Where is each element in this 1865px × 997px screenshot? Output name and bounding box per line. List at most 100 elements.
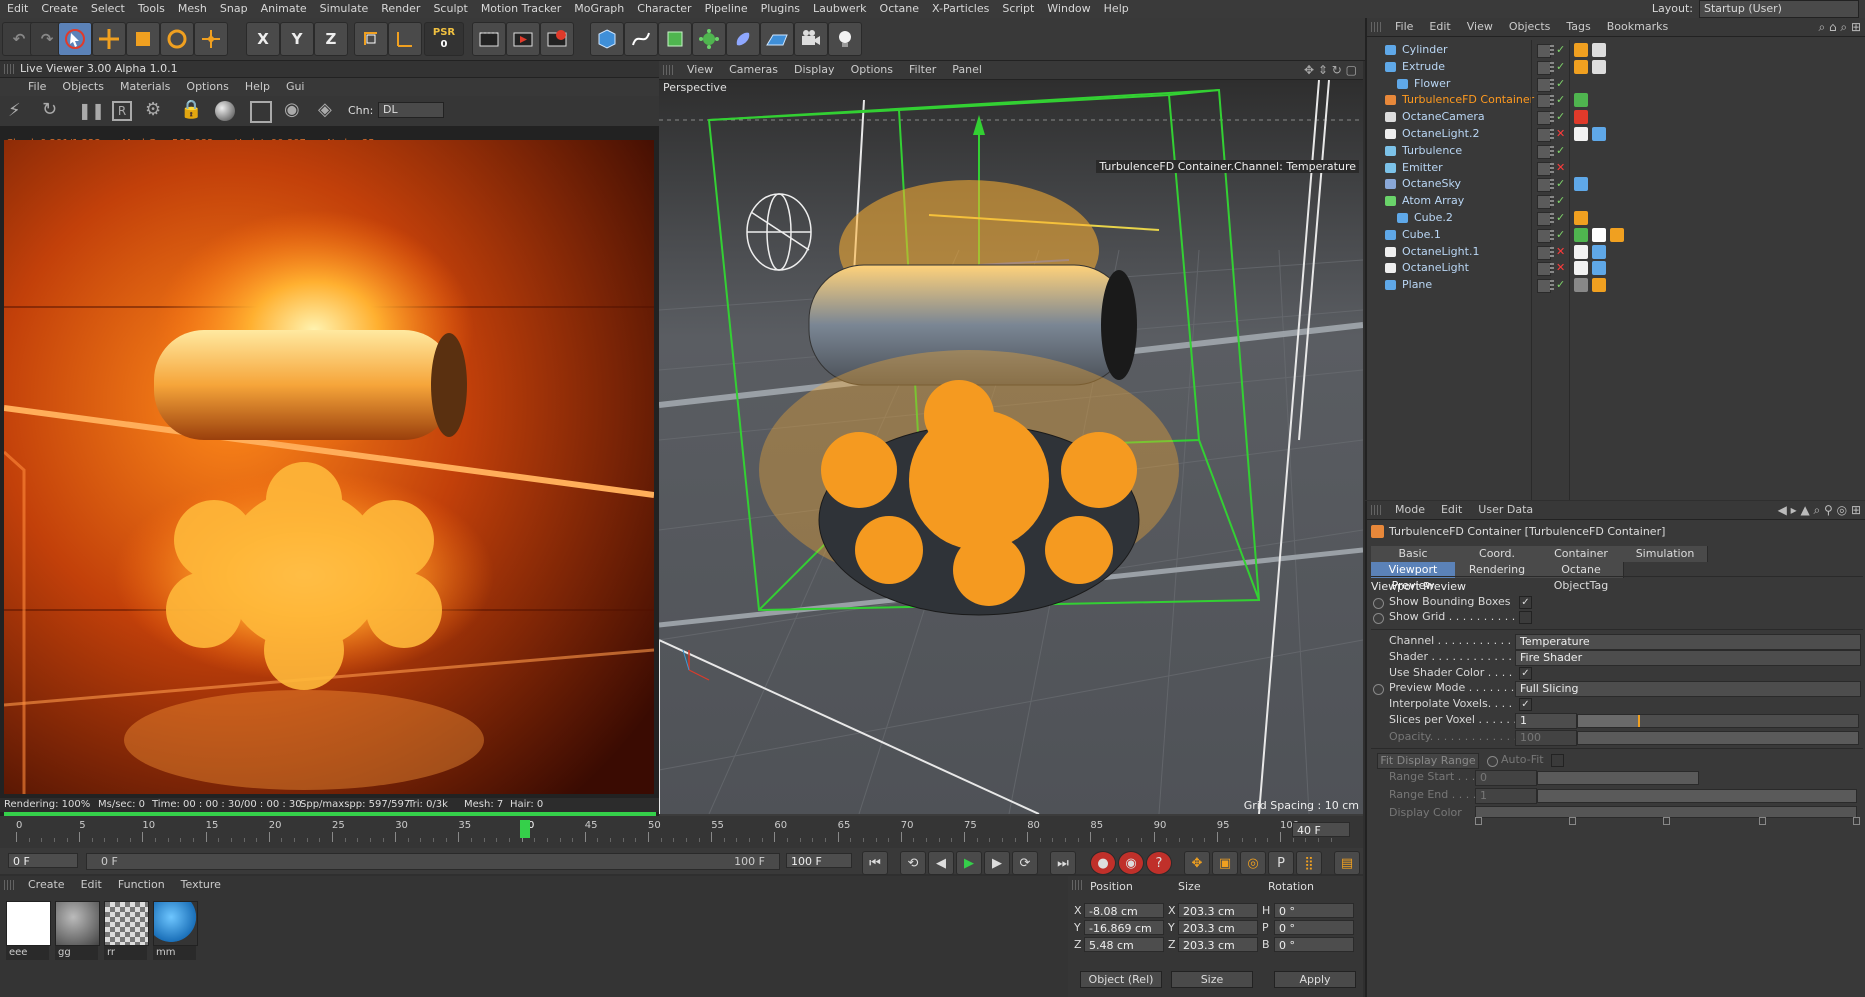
menu-character[interactable]: Character [630, 0, 697, 17]
range-start-input[interactable]: 0 [1475, 770, 1537, 786]
lv-menu-gui[interactable]: Gui [278, 78, 313, 96]
render-settings-icon[interactable] [540, 22, 574, 56]
clay-mode-icon[interactable] [250, 101, 272, 123]
object-tag-icon[interactable] [1574, 244, 1588, 259]
menu-script[interactable]: Script [995, 0, 1040, 17]
menu-sculpt[interactable]: Sculpt [426, 0, 473, 17]
preview-mode-anim-icon[interactable] [1373, 684, 1384, 695]
rotation-key-icon[interactable]: ◎ [1240, 851, 1266, 875]
tab-coord[interactable]: Coord. [1455, 546, 1540, 562]
editor-render-dots-icon[interactable] [1550, 229, 1554, 240]
range-end-slider[interactable] [1537, 789, 1857, 803]
show-bounding-boxes-anim-icon[interactable] [1373, 598, 1384, 609]
rotation-p-field[interactable]: 0 ° [1274, 920, 1354, 935]
rotate-tool-icon[interactable] [160, 22, 194, 56]
editor-render-dots-icon[interactable] [1550, 145, 1554, 156]
object-tag-icon[interactable] [1574, 211, 1588, 225]
coordinate-system-icon[interactable] [354, 22, 388, 56]
menu-plugins[interactable]: Plugins [754, 0, 806, 17]
channel-select[interactable]: Temperature [1515, 634, 1861, 650]
shader-select[interactable]: Fire Shader [1515, 650, 1861, 666]
settings-gear-icon[interactable]: ⚙ [145, 99, 161, 120]
play-icon[interactable]: ▶ [956, 851, 982, 875]
viewport-menu-filter[interactable]: Filter [901, 61, 944, 79]
max-frame-field[interactable]: 100 F [786, 853, 852, 868]
x-axis-lock-button[interactable]: X [246, 22, 280, 56]
editor-render-dots-icon[interactable] [1550, 196, 1554, 207]
viewport-canvas[interactable] [659, 80, 1363, 814]
position-z-field[interactable]: 5.48 cm [1084, 937, 1164, 952]
material-ball-icon[interactable] [215, 101, 235, 121]
slices-slider[interactable] [1577, 714, 1859, 728]
object-tag-icon[interactable] [1592, 59, 1606, 74]
preview-mode-select[interactable]: Full Slicing [1515, 681, 1861, 697]
layout-dropdown[interactable]: Startup (User) [1699, 0, 1859, 18]
z-axis-lock-button[interactable]: Z [314, 22, 348, 56]
lv-menu-file[interactable]: File [20, 78, 54, 96]
menu-mesh[interactable]: Mesh [171, 0, 213, 17]
editor-render-dots-icon[interactable] [1550, 162, 1554, 173]
object-tag-icon[interactable] [1592, 261, 1606, 276]
editor-render-dots-icon[interactable] [1550, 263, 1554, 274]
interpolate-voxels-checkbox[interactable]: ✓ [1519, 698, 1532, 711]
viewport-menu-view[interactable]: View [679, 61, 721, 79]
next-frame-icon[interactable]: ▶ [984, 851, 1010, 875]
size-mode-dropdown[interactable]: Size [1171, 971, 1253, 988]
visibility-toggle-icon[interactable] [1537, 279, 1551, 294]
lv-menu-help[interactable]: Help [237, 78, 278, 96]
array-generator-icon[interactable] [692, 22, 726, 56]
editor-render-dots-icon[interactable] [1550, 112, 1554, 123]
object-tag-icon[interactable] [1592, 244, 1606, 259]
editor-render-dots-icon[interactable] [1550, 213, 1554, 223]
object-tag-icon[interactable] [1592, 227, 1606, 242]
record-icon[interactable]: ● [1090, 851, 1116, 875]
parameter-key-icon[interactable]: P [1268, 851, 1294, 875]
viewport-camera-label[interactable]: Perspective [663, 81, 727, 94]
object-tag-icon[interactable] [1574, 43, 1588, 57]
live-selection-icon[interactable] [58, 22, 92, 56]
axis-tool-icon[interactable] [388, 22, 422, 56]
render-picture-viewer-icon[interactable] [506, 22, 540, 56]
object-manager-nav-icons[interactable]: ⌕ ⌂ ⌕ ⊞ [1818, 20, 1861, 35]
camera-icon[interactable] [794, 22, 828, 56]
channel-dropdown[interactable]: DL [378, 102, 444, 118]
move-tool-icon[interactable] [92, 22, 126, 56]
timeline-window-icon[interactable]: ▤ [1334, 851, 1360, 875]
om-menu-bookmarks[interactable]: Bookmarks [1599, 18, 1676, 36]
object-tag-icon[interactable] [1574, 278, 1588, 293]
editor-render-dots-icon[interactable] [1550, 280, 1554, 291]
menu-pipeline[interactable]: Pipeline [698, 0, 754, 17]
material-manager-grip-icon[interactable] [4, 880, 14, 890]
preview-range-slider[interactable]: 0 F 100 F [86, 853, 780, 870]
slices-per-voxel-input[interactable]: 1 [1515, 713, 1577, 729]
autokey-icon[interactable]: ◉ [1118, 851, 1144, 875]
object-tag-icon[interactable] [1610, 227, 1624, 242]
tab-container[interactable]: Container [1539, 546, 1624, 562]
show-bounding-boxes-checkbox[interactable]: ✓ [1519, 596, 1532, 609]
menu-edit[interactable]: Edit [0, 0, 34, 17]
y-axis-lock-button[interactable]: Y [280, 22, 314, 56]
use-shader-color-checkbox[interactable]: ✓ [1519, 667, 1532, 680]
lv-menu-objects[interactable]: Objects [54, 78, 112, 96]
lv-menu-materials[interactable]: Materials [112, 78, 178, 96]
go-to-end-icon[interactable]: ⏭ [1050, 851, 1076, 875]
editor-render-dots-icon[interactable] [1550, 61, 1554, 72]
subdivision-icon[interactable] [658, 22, 692, 56]
coordinates-grip-icon[interactable] [1072, 880, 1082, 890]
menu-snap[interactable]: Snap [213, 0, 254, 17]
timeline-playhead[interactable] [520, 820, 530, 838]
enabled-check-icon[interactable]: ✓ [1556, 275, 1565, 295]
menu-create[interactable]: Create [34, 0, 84, 17]
floor-scene-icon[interactable] [760, 22, 794, 56]
previous-key-icon[interactable]: ⟲ [900, 851, 926, 875]
object-tag-icon[interactable] [1574, 127, 1588, 141]
rotation-b-field[interactable]: 0 ° [1274, 937, 1354, 952]
editor-render-dots-icon[interactable] [1550, 95, 1554, 106]
material-swatch-gg[interactable] [55, 901, 100, 946]
fit-display-range-button[interactable]: Fit Display Range [1377, 753, 1479, 769]
material-swatch-rr[interactable] [104, 901, 149, 946]
editor-render-dots-icon[interactable] [1550, 129, 1554, 139]
rotation-h-field[interactable]: 0 ° [1274, 903, 1354, 918]
mat-menu-create[interactable]: Create [20, 876, 73, 894]
lock-icon[interactable]: 🔒 [180, 99, 202, 120]
